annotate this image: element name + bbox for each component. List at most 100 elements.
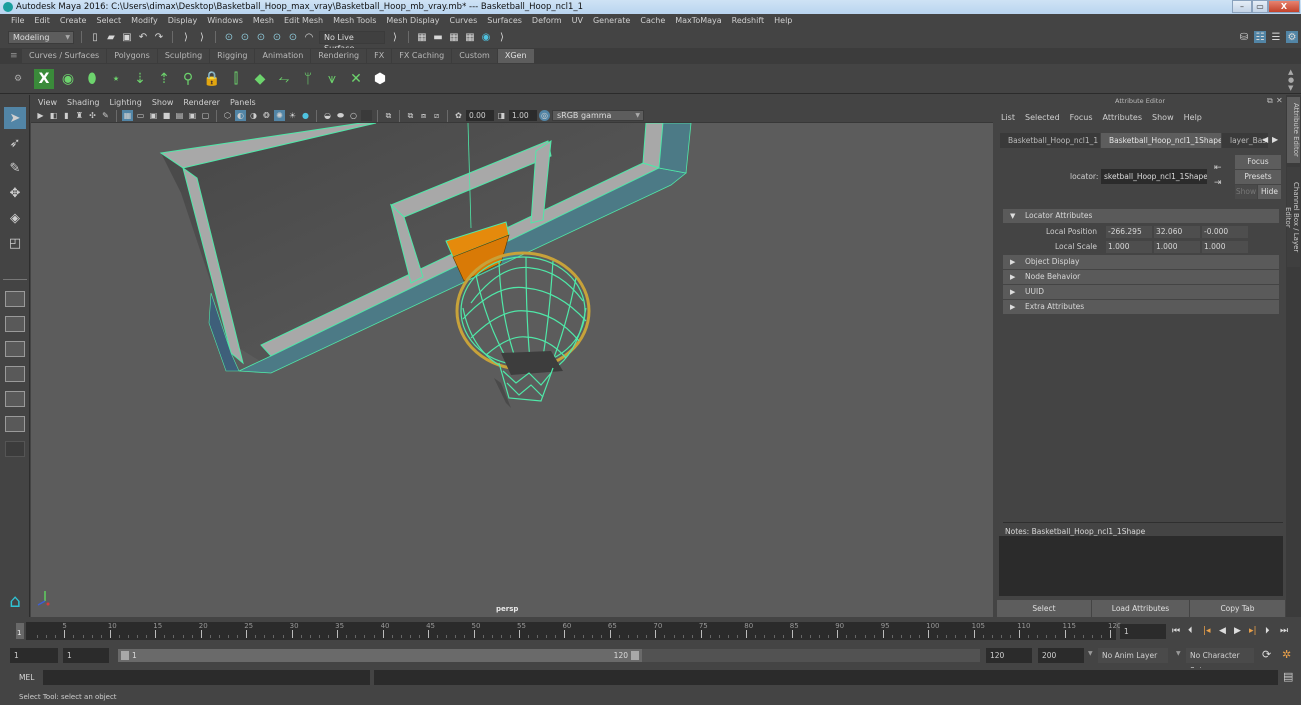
script-language-toggle[interactable]: MEL xyxy=(19,673,34,682)
persp-graph-layout-icon[interactable] xyxy=(5,366,25,382)
node-name-field[interactable]: sketball_Hoop_ncl1_1Shape xyxy=(1101,169,1207,184)
collapse-handle-icon[interactable]: ⟩ xyxy=(196,31,208,43)
shelf-tab-fx[interactable]: FX xyxy=(367,49,392,63)
render-frame-icon[interactable]: ▬ xyxy=(432,31,444,43)
shelf-tab-polygons[interactable]: Polygons xyxy=(107,49,157,63)
backface-culling-icon[interactable]: ⧄ xyxy=(431,110,442,121)
collapse-handle-icon[interactable]: ⟩ xyxy=(389,31,401,43)
ae-tab[interactable]: Basketball_Hoop_ncl1_1Shape xyxy=(1101,133,1221,148)
float-panel-icon[interactable]: ⧉ xyxy=(1267,96,1273,106)
menu-file[interactable]: File xyxy=(6,14,29,28)
depth-of-field-icon[interactable] xyxy=(361,110,372,121)
ae-menu-list[interactable]: List xyxy=(1001,113,1020,122)
local-scale-y[interactable]: 1.000 xyxy=(1154,241,1200,253)
local-scale-x[interactable]: 1.000 xyxy=(1106,241,1152,253)
move-tool-icon[interactable]: ✥ xyxy=(4,182,26,204)
close-panel-icon[interactable]: ✕ xyxy=(1276,96,1283,105)
viewport-menu-renderer[interactable]: Renderer xyxy=(178,98,225,107)
menu-redshift[interactable]: Redshift xyxy=(727,14,769,28)
xgen-create-description-icon[interactable]: X xyxy=(34,68,54,89)
tab-attribute-editor[interactable]: Attribute Editor xyxy=(1287,97,1300,163)
xgen-add-guide-icon[interactable]: ⋆ xyxy=(106,69,126,89)
tab-channel-box-layer-editor[interactable]: Channel Box / Layer Editor xyxy=(1284,167,1300,267)
four-view-layout-icon[interactable] xyxy=(5,316,25,332)
notes-textarea[interactable] xyxy=(999,536,1283,596)
show-button[interactable]: Show xyxy=(1235,185,1257,199)
time-slider-track[interactable]: 1 5 10 15 20 25 30 35 40 45 50 55 60 65 70 75 80 85 90 95 1… xyxy=(16,622,1121,640)
menu-edit[interactable]: Edit xyxy=(29,14,55,28)
snap-live-icon[interactable]: ⊙ xyxy=(287,31,299,43)
exposure-field[interactable]: 0.00 xyxy=(466,110,494,121)
ae-menu-show[interactable]: Show xyxy=(1152,113,1179,122)
tab-scroll-left-icon[interactable]: ◀ xyxy=(1262,135,1268,144)
scale-tool-icon[interactable]: ◰ xyxy=(4,232,26,254)
snap-curve-icon[interactable]: ⊙ xyxy=(239,31,251,43)
render-settings-icon[interactable]: ▦ xyxy=(464,31,476,43)
viewport-menu-shading[interactable]: Shading xyxy=(62,98,105,107)
sign-in-icon[interactable]: ⛁ xyxy=(1238,31,1250,43)
collapse-handle-icon[interactable]: ⟩ xyxy=(496,31,508,43)
shelf-tab-fx-caching[interactable]: FX Caching xyxy=(392,49,452,63)
undo-icon[interactable]: ↶ xyxy=(137,31,149,43)
xgen-rebuild-icon[interactable]: ⥊ xyxy=(274,69,294,89)
viewport-menu-panels[interactable]: Panels xyxy=(225,98,261,107)
restore-button[interactable]: ▭ xyxy=(1252,0,1268,13)
shelf-tab-rendering[interactable]: Rendering xyxy=(311,49,367,63)
menu-display[interactable]: Display xyxy=(163,14,203,28)
local-position-y[interactable]: 32.060 xyxy=(1154,226,1200,238)
field-chart-icon[interactable]: ▤ xyxy=(174,110,185,121)
viewport-menu-lighting[interactable]: Lighting xyxy=(104,98,146,107)
auto-key-icon[interactable]: ⟳ xyxy=(1262,648,1271,661)
redo-icon[interactable]: ↷ xyxy=(153,31,165,43)
hypershade-icon[interactable]: ◉ xyxy=(480,31,492,43)
xgen-patch-icon[interactable]: ◆ xyxy=(250,69,270,89)
tab-scroll-right-icon[interactable]: ▶ xyxy=(1272,135,1278,144)
ae-tab[interactable]: Basketball_Hoop_ncl1_1 xyxy=(1000,133,1100,148)
anti-aliasing-icon[interactable]: ○ xyxy=(348,110,359,121)
shelf-tab-xgen[interactable]: XGen xyxy=(497,49,534,63)
xgen-toggle-icon[interactable]: ⬮ xyxy=(82,69,102,89)
range-slider-bar[interactable]: 1 120 xyxy=(118,649,642,662)
local-position-z[interactable]: -0.000 xyxy=(1202,226,1248,238)
wireframe-icon[interactable]: ⬡ xyxy=(222,110,233,121)
grid-toggle-icon[interactable]: ▦ xyxy=(122,110,133,121)
shelf-settings-icon[interactable]: ⚙ xyxy=(14,74,22,84)
playback-start-field[interactable]: 1 xyxy=(63,648,109,663)
step-back-key-icon[interactable]: |◂ xyxy=(1203,626,1211,636)
wireframe-on-shaded-icon[interactable]: ❂ xyxy=(261,110,272,121)
menu-mesh-display[interactable]: Mesh Display xyxy=(381,14,444,28)
character-set-dropdown[interactable]: No Character Set xyxy=(1186,648,1254,675)
2d-pan-zoom-icon[interactable]: ✣ xyxy=(87,110,98,121)
xgen-guide-visibility-icon[interactable]: ⚲ xyxy=(178,69,198,89)
xgen-lock-guide-icon[interactable]: 🔒 xyxy=(202,69,222,89)
collapse-handle-icon[interactable]: ⟩ xyxy=(180,31,192,43)
motion-blur-icon[interactable]: ⬬ xyxy=(335,110,346,121)
smooth-shade-icon[interactable]: ◐ xyxy=(235,110,246,121)
chevron-down-icon[interactable]: ▼ xyxy=(1176,650,1181,657)
menu-deform[interactable]: Deform xyxy=(527,14,567,28)
xgen-sculpt-guide-icon[interactable]: ⇡ xyxy=(154,69,174,89)
section-locator-attributes[interactable]: ▼ Locator Attributes xyxy=(1003,209,1279,223)
grease-pencil-icon[interactable]: ✎ xyxy=(100,110,111,121)
attribute-editor-toggle-icon[interactable]: ⚙ xyxy=(1286,31,1298,43)
channel-box-icon[interactable]: ☰ xyxy=(1270,31,1282,43)
single-perspective-layout-icon[interactable] xyxy=(5,291,25,307)
shelf-tab-rigging[interactable]: Rigging xyxy=(210,49,255,63)
ae-menu-attributes[interactable]: Attributes xyxy=(1103,113,1148,122)
xgen-grass-icon[interactable]: ᛘ xyxy=(298,69,318,89)
menu-generate[interactable]: Generate xyxy=(588,14,635,28)
save-scene-icon[interactable]: ▣ xyxy=(121,31,133,43)
output-connection-icon[interactable]: ⇥ xyxy=(1214,178,1222,188)
section-uuid[interactable]: ▶ UUID xyxy=(1003,285,1279,299)
menu-surfaces[interactable]: Surfaces xyxy=(482,14,527,28)
shelf-menu-icon[interactable]: ≡ xyxy=(10,51,22,61)
menu-mesh-tools[interactable]: Mesh Tools xyxy=(328,14,381,28)
bookmark-icon[interactable]: ▮ xyxy=(61,110,72,121)
persp-outliner-layout-icon[interactable] xyxy=(5,341,25,357)
close-button[interactable]: X xyxy=(1268,0,1300,13)
mode-dropdown[interactable]: Modeling ▼ xyxy=(8,30,74,44)
custom-layout-icon[interactable] xyxy=(5,441,25,457)
open-scene-icon[interactable]: ▰ xyxy=(105,31,117,43)
menu-help[interactable]: Help xyxy=(769,14,797,28)
animation-end-field[interactable]: 200 xyxy=(1038,648,1084,663)
